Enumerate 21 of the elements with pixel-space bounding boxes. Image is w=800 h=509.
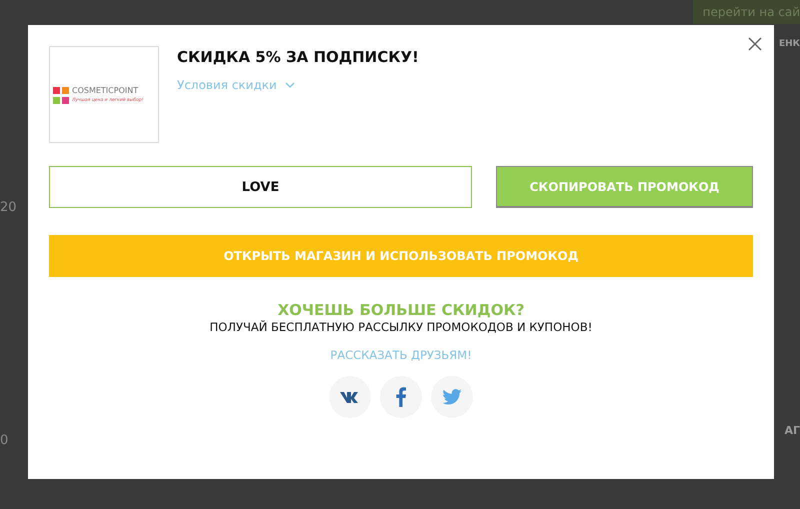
open-shop-button[interactable]: ОТКРЫТЬ МАГАЗИН И ИСПОЛЬЗОВАТЬ ПРОМОКОД (49, 235, 753, 277)
copy-code-button[interactable]: СКОПИРОВАТЬ ПРОМОКОД (496, 166, 753, 208)
logo-name: COSMETICPOINT (72, 86, 138, 94)
share-button[interactable] (380, 376, 422, 418)
share-link[interactable]: РАССКАЗАТЬ ДРУЗЬЯМ! (330, 348, 472, 362)
section-heading: АГ (784, 424, 800, 437)
subscribe-text: ПОЛУЧАЙ БЕСПЛАТНУЮ РАССЫЛКУ ПРОМОКОДОВ И КУПОНОВ! (210, 320, 592, 334)
subscribe-heading: ХОЧЕШЬ БОЛЬШЕ СКИДОК? (278, 301, 524, 319)
section-heading: ЕНК (778, 39, 800, 49)
terms-link[interactable]: Условия скидки (177, 78, 277, 92)
logo-squares-icon (53, 86, 69, 94)
promo-code-field[interactable]: LOVE (49, 166, 472, 208)
close-icon[interactable] (748, 37, 762, 51)
logo-squares-icon (53, 96, 69, 104)
share-button[interactable] (329, 376, 371, 418)
twitter-icon (442, 389, 462, 405)
price-text: 0 (0, 433, 10, 448)
vk-icon (339, 390, 361, 404)
price-text: 20 (0, 200, 18, 215)
facebook-icon (396, 387, 406, 407)
dialog-title: СКИДКА 5% ЗА ПОДПИСКУ! (177, 48, 419, 66)
